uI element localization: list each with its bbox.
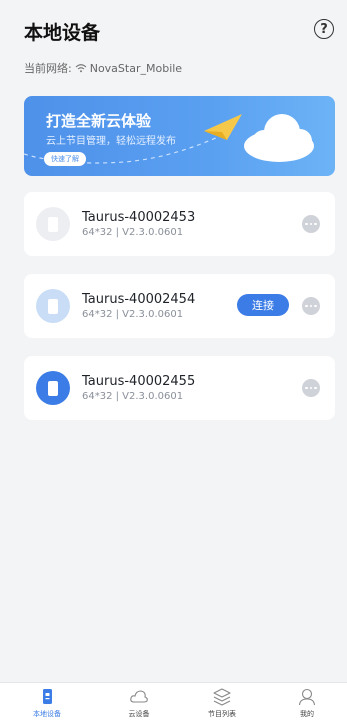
- device-name: Taurus-40002455: [82, 374, 196, 389]
- device-icon: [36, 371, 70, 405]
- page-title: 本地设备: [24, 22, 101, 44]
- device-card-3[interactable]: Taurus-40002455 64*32 | V2.3.0.0601: [24, 356, 335, 420]
- tab-local-devices[interactable]: 本地设备: [12, 687, 82, 719]
- wifi-icon: [75, 64, 87, 73]
- device-icon: [36, 289, 70, 323]
- cloud-icon: [130, 690, 148, 703]
- device-spec: 64*32 | V2.3.0.0601: [82, 309, 184, 320]
- tab-label: 云设备: [128, 710, 150, 718]
- tab-label: 我的: [300, 710, 314, 718]
- network-status: 当前网络: NovaStar_Mobile: [24, 60, 182, 76]
- layers-icon: [213, 688, 231, 706]
- device-name: Taurus-40002453: [82, 210, 196, 225]
- device-card-1[interactable]: Taurus-40002453 64*32 | V2.3.0.0601: [24, 192, 335, 256]
- banner-title: 打造全新云体验: [46, 112, 152, 130]
- tab-me[interactable]: 我的: [272, 687, 342, 719]
- more-options-icon[interactable]: [302, 297, 320, 315]
- more-options-icon[interactable]: [302, 215, 320, 233]
- tab-cloud-devices[interactable]: 云设备: [104, 687, 174, 719]
- device-spec: 64*32 | V2.3.0.0601: [82, 227, 184, 238]
- help-icon[interactable]: ?: [314, 19, 334, 39]
- paper-plane-icon: [204, 114, 242, 140]
- bottom-tab-bar: 本地设备 云设备 节目列表 我的: [0, 682, 347, 722]
- device-icon: [43, 689, 52, 704]
- header: 本地设备 ? 当前网络: NovaStar_Mobile: [0, 0, 347, 90]
- learn-more-button[interactable]: 快速了解: [44, 152, 86, 166]
- device-spec: 64*32 | V2.3.0.0601: [82, 391, 184, 402]
- more-options-icon[interactable]: [302, 379, 320, 397]
- user-icon: [298, 688, 316, 706]
- tab-program-list[interactable]: 节目列表: [187, 687, 257, 719]
- connect-button[interactable]: 连接: [237, 294, 289, 316]
- tab-label: 本地设备: [33, 710, 61, 718]
- tab-label: 节目列表: [208, 710, 236, 718]
- promo-banner[interactable]: 打造全新云体验 云上节目管理，轻松远程发布 快速了解: [24, 96, 335, 176]
- network-label: 当前网络:: [24, 62, 72, 75]
- cloud-icon: [244, 114, 314, 162]
- banner-subtitle: 云上节目管理，轻松远程发布: [46, 136, 176, 147]
- device-card-2[interactable]: Taurus-40002454 64*32 | V2.3.0.0601 连接: [24, 274, 335, 338]
- device-name: Taurus-40002454: [82, 292, 196, 307]
- help-glyph: ?: [320, 21, 328, 37]
- device-icon: [36, 207, 70, 241]
- network-name: NovaStar_Mobile: [89, 61, 183, 75]
